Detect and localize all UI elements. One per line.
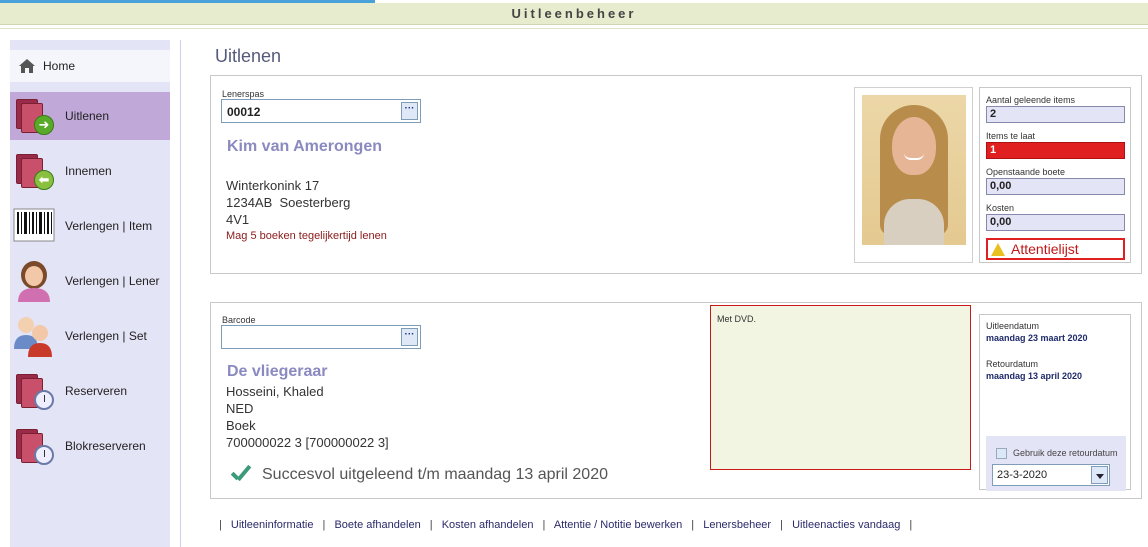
footer-link-boete-afhandelen[interactable]: Boete afhandelen: [334, 519, 420, 531]
footer-link-uitleeninformatie[interactable]: Uitleeninformatie: [231, 519, 314, 531]
late-value: 1: [986, 142, 1125, 159]
sidebar-item-reserveren[interactable]: Reserveren: [10, 367, 170, 415]
loan-date-label: Uitleendatum: [986, 321, 1040, 331]
borrower-address-line1: Winterkonink 17: [226, 178, 320, 193]
footer-link-uitleenacties-vandaag[interactable]: Uitleenacties vandaag: [792, 519, 900, 531]
borrower-name: Kim van Amerongen: [227, 138, 382, 155]
sidebar-item-label: Verlengen | Lener: [65, 274, 160, 288]
borrower-address-line2: 1234AB Soesterberg: [226, 195, 351, 210]
status-message: Succesvol uitgeleend t/m maandag 13 apri…: [229, 464, 608, 486]
return-date-select[interactable]: 23-3-2020: [992, 464, 1110, 486]
fine-label: Openstaande boete: [986, 167, 1066, 177]
books-clock-icon: [12, 368, 58, 414]
return-date-select-value: 23-3-2020: [997, 469, 1048, 481]
return-date-value: maandag 13 april 2020: [986, 371, 1083, 381]
sidebar-item-uitlenen[interactable]: ➜ Uitlenen: [10, 92, 170, 140]
chevron-down-icon[interactable]: [1091, 466, 1108, 484]
sidebar-item-label: Reserveren: [65, 384, 128, 398]
use-return-date-label: Gebruik deze retourdatum: [1013, 448, 1118, 458]
return-date-label: Retourdatum: [986, 359, 1039, 369]
loan-date-value: maandag 23 maart 2020: [986, 333, 1088, 343]
footer-link-attentie-notitie[interactable]: Attentie / Notitie bewerken: [554, 519, 682, 531]
fine-value: 0,00: [986, 178, 1125, 195]
warning-icon: [991, 242, 1005, 256]
borrower-photo-frame: [854, 87, 973, 263]
books-arrow-left-icon: ⬅: [12, 148, 58, 194]
checkmark-icon: [229, 464, 253, 486]
borrowed-value: 2: [986, 106, 1125, 123]
sidebar-item-label: Blokreserveren: [65, 439, 146, 453]
person-icon: [12, 258, 58, 304]
barcode-label: Barcode: [222, 315, 256, 325]
lenerspas-label: Lenerspas: [222, 89, 265, 99]
loan-dates: Uitleendatum maandag 23 maart 2020 Retou…: [979, 314, 1131, 491]
costs-label: Kosten: [986, 203, 1015, 213]
sidebar-item-innemen[interactable]: ⬅ Innemen: [10, 147, 170, 195]
sidebar: Home ➜ Uitlenen ⬅ Innemen Verlengen | It…: [10, 40, 170, 547]
footer-link-lenersbeheer[interactable]: Lenersbeheer: [703, 519, 771, 531]
sidebar-item-label: Verlengen | Item: [65, 219, 153, 233]
borrowed-label: Aantal geleende items: [986, 95, 1076, 105]
sidebar-divider: [180, 40, 181, 547]
item-author: Hosseini, Khaled: [226, 384, 324, 399]
use-return-date-section: Gebruik deze retourdatum 23-3-2020: [986, 436, 1126, 491]
borrower-limit-note: Mag 5 boeken tegelijkertijd lenen: [226, 230, 387, 242]
lenerspas-field[interactable]: 00012 ···: [221, 99, 421, 123]
borrower-photo: [862, 95, 966, 245]
sidebar-item-blokreserveren[interactable]: Blokreserveren: [10, 422, 170, 470]
sidebar-item-label: Home: [43, 59, 76, 73]
footer-link-kosten-afhandelen[interactable]: Kosten afhandelen: [442, 519, 534, 531]
app-title: Uitleenbeheer: [0, 3, 1148, 25]
books-clock-icon: [12, 423, 58, 469]
title-rule: [0, 28, 1148, 29]
books-arrow-right-icon: ➜: [12, 93, 58, 139]
sidebar-item-label: Uitlenen: [65, 109, 110, 123]
barcode-icon: [12, 203, 58, 249]
sidebar-item-verlengen-lener[interactable]: Verlengen | Lener: [10, 257, 170, 305]
sidebar-item-label: Verlengen | Set: [65, 329, 147, 343]
attention-label: Attentielijst: [1011, 241, 1079, 257]
late-label: Items te laat: [986, 131, 1036, 141]
sidebar-item-verlengen-set[interactable]: Verlengen | Set: [10, 312, 170, 360]
borrower-stats: Aantal geleende items 2 Items te laat 1 …: [979, 87, 1131, 263]
item-title: De vliegeraar: [227, 363, 328, 380]
item-note-box[interactable]: Met DVD.: [710, 305, 971, 470]
lenerspas-lookup-button[interactable]: ···: [401, 102, 418, 120]
item-type: Boek: [226, 418, 256, 433]
item-note: Met DVD.: [717, 314, 757, 324]
people-icon: [12, 313, 58, 359]
sidebar-item-verlengen-item[interactable]: Verlengen | Item: [10, 202, 170, 250]
sidebar-item-label: Innemen: [65, 164, 112, 178]
barcode-lookup-button[interactable]: ···: [401, 328, 418, 346]
item-code: 700000022 3 [700000022 3]: [226, 435, 389, 450]
footer-links: | Uitleeninformatie | Boete afhandelen |…: [219, 519, 913, 531]
status-text: Succesvol uitgeleend t/m maandag 13 apri…: [262, 466, 608, 483]
barcode-field[interactable]: ···: [221, 325, 421, 349]
lenerspas-value: 00012: [227, 105, 261, 119]
use-return-date-checkbox[interactable]: [996, 448, 1007, 459]
home-icon: [18, 58, 36, 74]
sidebar-item-home[interactable]: Home: [10, 50, 170, 82]
costs-value: 0,00: [986, 214, 1125, 231]
attention-list-button[interactable]: Attentielijst: [986, 238, 1125, 260]
page-title: Uitlenen: [215, 46, 282, 66]
item-language: NED: [226, 401, 254, 416]
borrower-group: 4V1: [226, 212, 250, 227]
